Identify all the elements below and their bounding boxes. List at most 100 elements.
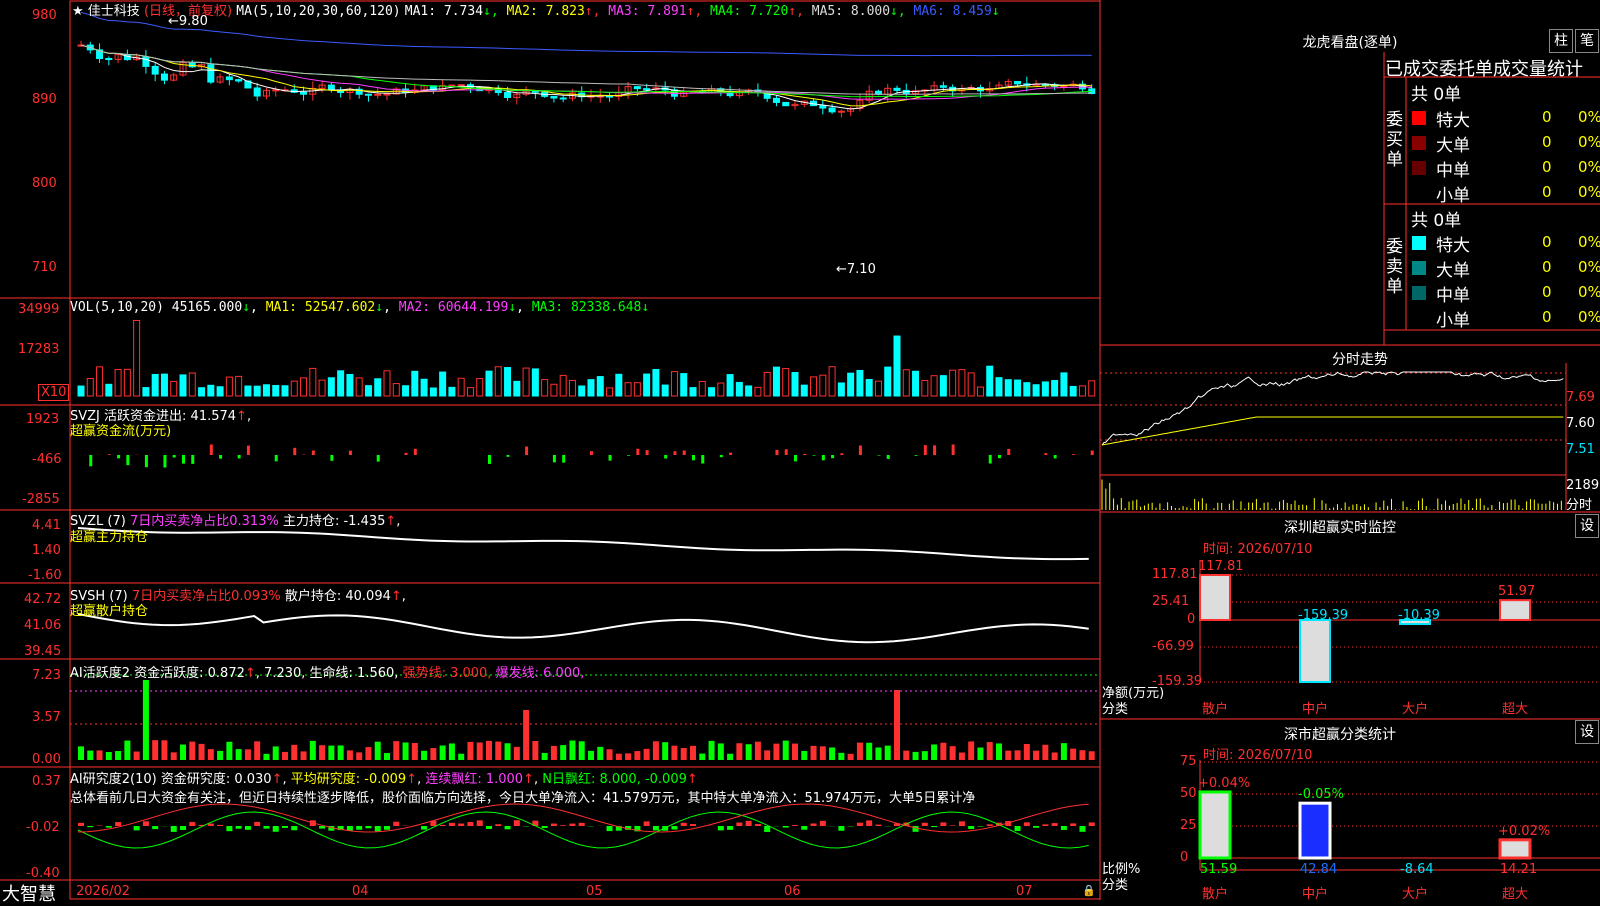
svzl-tick-0: 4.41 <box>32 518 61 533</box>
active-bar <box>467 742 473 760</box>
active-bar <box>1033 751 1039 760</box>
price-tick-1: 890 <box>32 92 57 107</box>
active-bar <box>773 744 779 760</box>
vol-bar <box>560 375 566 396</box>
candle <box>106 59 112 60</box>
flow-bar <box>293 448 296 455</box>
active-bar <box>375 742 381 760</box>
research-bar <box>180 826 186 830</box>
research-bar <box>718 826 724 830</box>
active-bar <box>671 746 677 760</box>
flow-bar <box>952 445 955 455</box>
active-bar <box>727 754 733 760</box>
ma-value-5: MA5: 8.000↓, <box>804 4 906 19</box>
vol-bar <box>217 387 223 396</box>
research-bar <box>1070 823 1076 826</box>
active-bar <box>180 745 186 760</box>
active-bar <box>653 741 659 760</box>
vol-bar <box>801 385 807 396</box>
active-bar <box>709 741 715 760</box>
vol-tick-0: 34999 <box>18 302 59 317</box>
research-bar <box>226 826 232 831</box>
flow-bar <box>785 449 788 455</box>
active-bar <box>1015 750 1021 760</box>
classify-bar-3 <box>1500 840 1530 858</box>
monitor-bar-1 <box>1300 620 1330 682</box>
active-bar <box>430 748 436 760</box>
vol-bar <box>301 378 307 396</box>
active-bar <box>393 741 399 760</box>
svsh-subtitle: 超赢散户持仓 <box>70 600 148 619</box>
active-bar <box>838 753 844 760</box>
vol-bar <box>124 369 130 396</box>
research-bar <box>347 826 353 831</box>
tick-mode-button[interactable]: 笔 <box>1575 29 1599 53</box>
active-bar <box>1024 744 1030 760</box>
buy-count-1: 0 <box>1542 133 1552 151</box>
vol-bar <box>866 379 872 396</box>
classify-value-0: 51.59 <box>1200 862 1237 877</box>
active-bar <box>1052 752 1058 760</box>
research-bar <box>820 821 826 826</box>
stock-name[interactable]: 佳士科技 <box>88 4 140 19</box>
flow-bar <box>933 445 936 455</box>
monitor-settings-button[interactable]: 设 <box>1575 514 1599 538</box>
active-bar <box>87 751 93 760</box>
flow-bar <box>627 455 630 456</box>
buy-total: 共 0单 <box>1411 80 1461 105</box>
vol-bar <box>356 378 362 396</box>
active-bar <box>310 741 316 760</box>
vol-bar <box>968 373 974 396</box>
classify-settings-button[interactable]: 设 <box>1575 720 1599 744</box>
vol-bar <box>282 386 288 396</box>
vol-bar <box>634 383 640 396</box>
vol-bar <box>384 371 390 396</box>
flow-bar <box>775 450 778 455</box>
sell-pct-0: 0% <box>1578 233 1600 251</box>
vol-bar <box>523 368 529 396</box>
active-bar <box>996 743 1002 760</box>
active-bar <box>681 748 687 760</box>
vol-bar <box>152 374 158 396</box>
vol-bar <box>412 371 418 396</box>
flow-bar <box>915 455 918 456</box>
research-bar <box>811 823 817 826</box>
intraday-vol-unit: 分时 <box>1566 494 1592 513</box>
monitor-x-label: 分类 <box>1102 698 1128 717</box>
classify-bar-1 <box>1300 803 1330 858</box>
classify-bar-0 <box>1200 792 1230 858</box>
vol-tick-1: 17283 <box>18 342 59 357</box>
candle <box>560 98 566 99</box>
vol-bar <box>180 375 186 396</box>
active-bar <box>1089 751 1095 760</box>
classify-value-3: 14.21 <box>1500 862 1537 877</box>
bar-mode-button[interactable]: 柱 <box>1549 29 1573 53</box>
active-bar <box>495 742 501 760</box>
active-bar <box>959 753 965 760</box>
research-bar <box>931 826 937 827</box>
active-bar <box>161 740 167 760</box>
candle <box>644 89 650 90</box>
lock-icon[interactable]: 🔒 <box>1082 884 1096 897</box>
candle <box>384 94 390 95</box>
svsh-tick-2: 39.45 <box>24 644 61 659</box>
svzj-subtitle: 超赢资金流(万元) <box>70 420 171 439</box>
vol-bar <box>736 382 742 396</box>
research-bar <box>375 826 381 831</box>
vol-bar <box>449 387 455 396</box>
ma-header: MA(5,10,20,30,60,120) <box>236 4 400 19</box>
research-bar <box>551 824 557 826</box>
flow-bar <box>219 455 222 459</box>
research-tick-0: 0.37 <box>32 774 61 789</box>
candle <box>143 57 149 66</box>
sell-count-1: 0 <box>1542 258 1552 276</box>
research-bar <box>514 820 520 826</box>
research-bar <box>365 826 371 828</box>
vol-bar <box>514 381 520 396</box>
active-bar <box>968 741 974 760</box>
vol-bar <box>477 379 483 396</box>
active-bar <box>690 746 696 760</box>
classify-x-label: 分类 <box>1102 874 1128 893</box>
vol-bar <box>87 378 93 396</box>
classify-change-3: +0.02% <box>1498 824 1550 839</box>
